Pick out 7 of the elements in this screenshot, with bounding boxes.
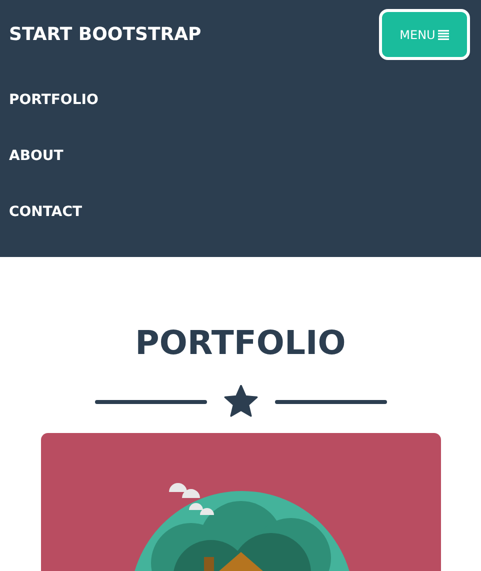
nav-link[interactable]: CONTACT xyxy=(9,202,82,222)
nav-link[interactable]: PORTFOLIO xyxy=(9,90,98,110)
star-icon xyxy=(222,385,258,419)
brand-link[interactable]: START BOOTSTRAP xyxy=(9,24,202,44)
nav-link[interactable]: ABOUT xyxy=(9,146,64,166)
section-title: PORTFOLIO xyxy=(135,323,346,363)
menu-icon xyxy=(438,30,450,40)
